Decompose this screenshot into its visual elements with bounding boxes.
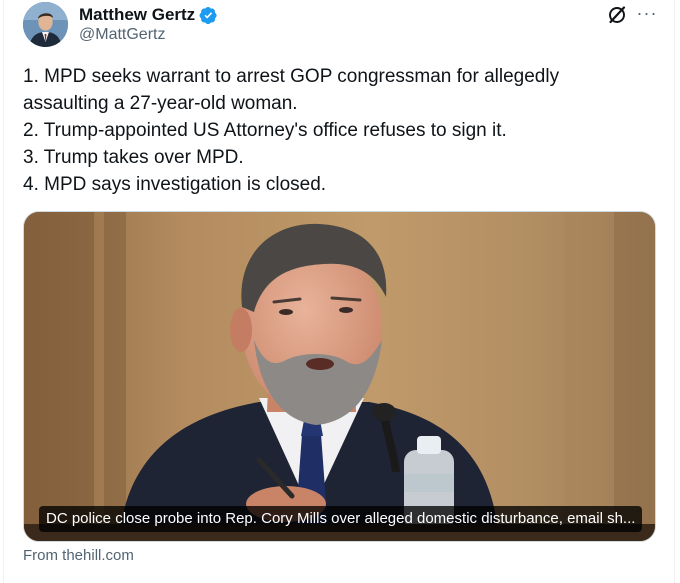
tweet-line: assaulting a 27-year-old woman. [23, 93, 298, 114]
tweet-line: 4. MPD says investigation is closed. [23, 174, 327, 195]
tweet: Matthew Gertz @MattGertz ··· 1. MPD seek… [0, 0, 680, 583]
author-name-row[interactable]: Matthew Gertz [79, 4, 218, 26]
link-card-title: DC police close probe into Rep. Cory Mil… [39, 506, 643, 532]
tweet-line: 1. MPD seeks warrant to arrest GOP congr… [23, 66, 560, 87]
link-source[interactable]: From thehill.com [23, 547, 134, 564]
avatar[interactable] [23, 2, 68, 47]
tweet-text: 1. MPD seeks warrant to arrest GOP congr… [23, 63, 663, 198]
author-handle[interactable]: @MattGertz [79, 26, 165, 44]
timeline-border-left [3, 0, 4, 583]
tweet-line: 3. Trump takes over MPD. [23, 147, 244, 168]
avatar-image [23, 2, 68, 47]
more-icon[interactable]: ··· [636, 4, 658, 24]
link-card-image [24, 212, 655, 541]
link-card[interactable]: DC police close probe into Rep. Cory Mil… [23, 211, 656, 542]
grok-icon[interactable] [607, 5, 627, 25]
verified-badge-icon [199, 6, 217, 24]
tweet-line: 2. Trump-appointed US Attorney's office … [23, 120, 507, 141]
author-name[interactable]: Matthew Gertz [79, 5, 195, 25]
timeline-border-right [674, 0, 675, 583]
